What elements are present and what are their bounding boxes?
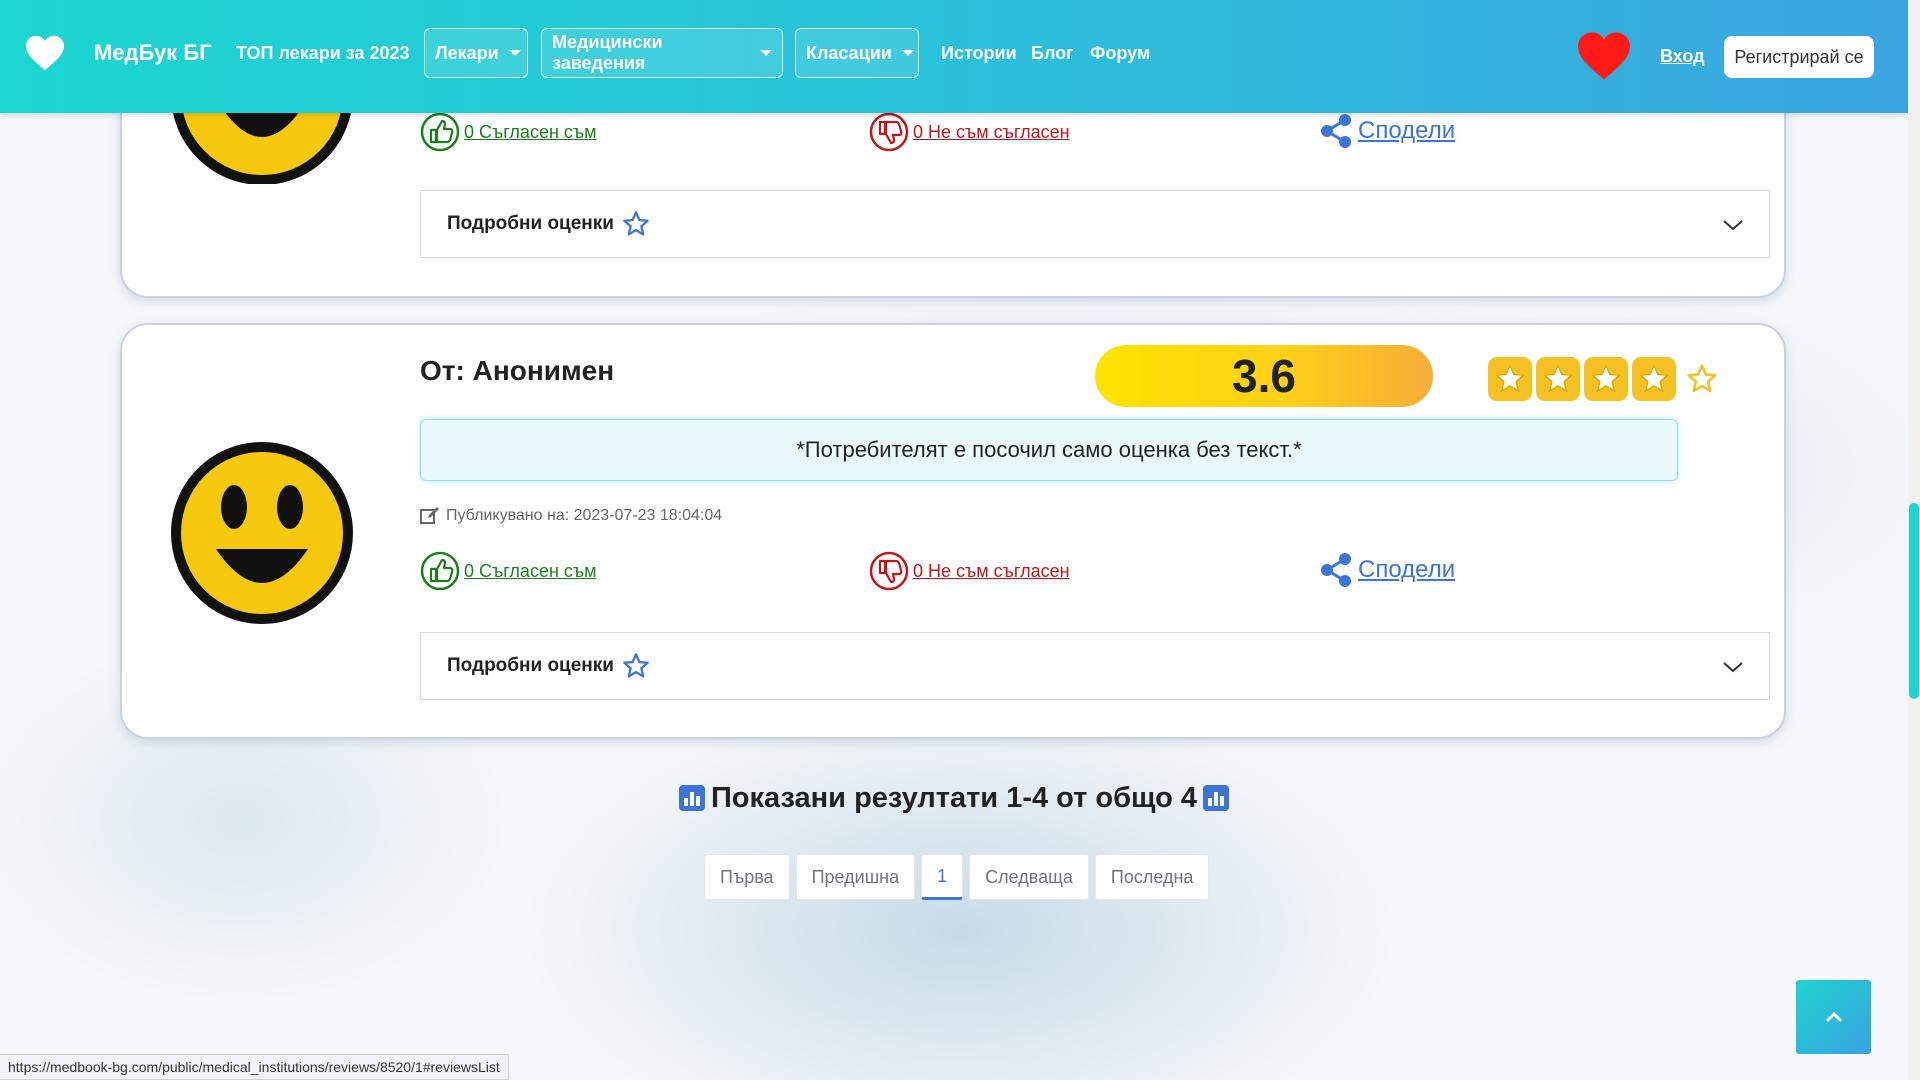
detailed-ratings-label: Подробни оценки [447, 655, 614, 676]
detailed-ratings-toggle[interactable]: Подробни оценки [420, 632, 1770, 700]
caret-down-icon [760, 50, 772, 56]
page-current-button[interactable]: 1 [921, 854, 964, 900]
share-icon [1321, 553, 1351, 587]
score-badge: 3.6 [1095, 345, 1433, 407]
chevron-down-icon [1723, 662, 1743, 673]
page-first-button[interactable]: Първа [704, 854, 790, 900]
brand-name[interactable]: МедБук БГ [94, 40, 212, 66]
review-text: *Потребителят е посочил само оценка без … [420, 419, 1678, 481]
disagree-button[interactable]: 0 Не съм съгласен [869, 551, 1070, 591]
detailed-ratings-toggle[interactable]: Подробни оценки [420, 190, 1770, 258]
results-summary: Показани резултати 1-4 от общо 4 [674, 778, 1234, 818]
scrollbar-thumb[interactable] [1909, 503, 1919, 699]
published-date: Публикувано на: 2023-07-23 18:04:04 [420, 507, 722, 525]
nav-rankings-label: Класации [806, 42, 892, 63]
page-next-button[interactable]: Следваща [969, 854, 1089, 900]
nav-doctors-dropdown[interactable]: Лекари [424, 28, 528, 78]
nav-institutions-label: Медицински заведения [552, 32, 663, 73]
published-text: Публикувано на: 2023-07-23 18:04:04 [446, 507, 723, 524]
star-outline-icon [623, 653, 649, 678]
caret-down-icon [901, 50, 914, 56]
login-link[interactable]: Вход [1660, 46, 1705, 67]
smiley-avatar-icon [171, 442, 353, 624]
nav-forum-link[interactable]: Форум [1090, 43, 1150, 64]
review-card: От: Анонимен 3.6 *Потребителят е посочил… [120, 323, 1786, 739]
bar-chart-icon [1203, 785, 1230, 811]
review-author: От: Анонимен [420, 355, 615, 386]
top-navbar: МедБук БГ ТОП лекари за 2023 Лекари Меди… [0, 0, 1908, 113]
heart-icon [1578, 32, 1630, 80]
nav-stories-link[interactable]: Истории [941, 43, 1017, 64]
disagree-button[interactable]: 0 Не съм съгласен [869, 112, 1070, 152]
share-button[interactable]: Сподели [1318, 551, 1455, 589]
pagination: Първа Предишна 1 Следваща Последна [704, 854, 1210, 900]
agree-label: 0 Съгласен съм [464, 560, 597, 581]
star-outline-icon [623, 211, 649, 236]
share-label: Сподели [1358, 117, 1456, 144]
star-filled-icon [1632, 357, 1676, 401]
heart-logo-icon[interactable] [24, 34, 66, 72]
star-rating [1488, 357, 1724, 401]
register-button[interactable]: Регистрирай се [1724, 36, 1874, 78]
chevron-up-icon [1825, 1011, 1842, 1023]
chevron-down-icon [1723, 220, 1743, 231]
thumbs-down-icon [869, 112, 909, 152]
star-filled-icon [1584, 357, 1628, 401]
thumbs-up-icon [420, 551, 460, 591]
edit-icon [420, 507, 439, 524]
nav-rankings-dropdown[interactable]: Класации [795, 28, 919, 78]
detailed-ratings-label: Подробни оценки [447, 213, 614, 234]
caret-down-icon [508, 50, 521, 56]
agree-button[interactable]: 0 Съгласен съм [420, 551, 597, 591]
share-icon [1321, 114, 1351, 148]
back-to-top-button[interactable] [1796, 980, 1871, 1054]
thumbs-down-icon [869, 551, 909, 591]
page-last-button[interactable]: Последна [1094, 854, 1210, 900]
status-bar-url: https://medbook-bg.com/public/medical_in… [0, 1054, 509, 1080]
results-text: Показани резултати 1-4 от общо 4 [710, 781, 1198, 814]
disagree-label: 0 Не съм съгласен [913, 560, 1070, 581]
disagree-label: 0 Не съм съгласен [913, 121, 1070, 142]
star-filled-icon [1536, 357, 1580, 401]
star-filled-icon [1488, 357, 1532, 401]
nav-blog-link[interactable]: Блог [1031, 43, 1074, 64]
bar-chart-icon [678, 785, 705, 811]
share-label: Сподели [1358, 556, 1456, 583]
nav-doctors-label: Лекари [435, 42, 499, 63]
share-button[interactable]: Сподели [1318, 112, 1455, 150]
agree-button[interactable]: 0 Съгласен съм [420, 112, 597, 152]
page-prev-button[interactable]: Предишна [795, 854, 916, 900]
nav-institutions-dropdown[interactable]: Медицински заведения [541, 28, 783, 78]
thumbs-up-icon [420, 112, 460, 152]
agree-label: 0 Съгласен съм [464, 121, 597, 142]
star-empty-icon [1680, 357, 1724, 401]
nav-top-doctors-link[interactable]: ТОП лекари за 2023 [236, 43, 410, 64]
